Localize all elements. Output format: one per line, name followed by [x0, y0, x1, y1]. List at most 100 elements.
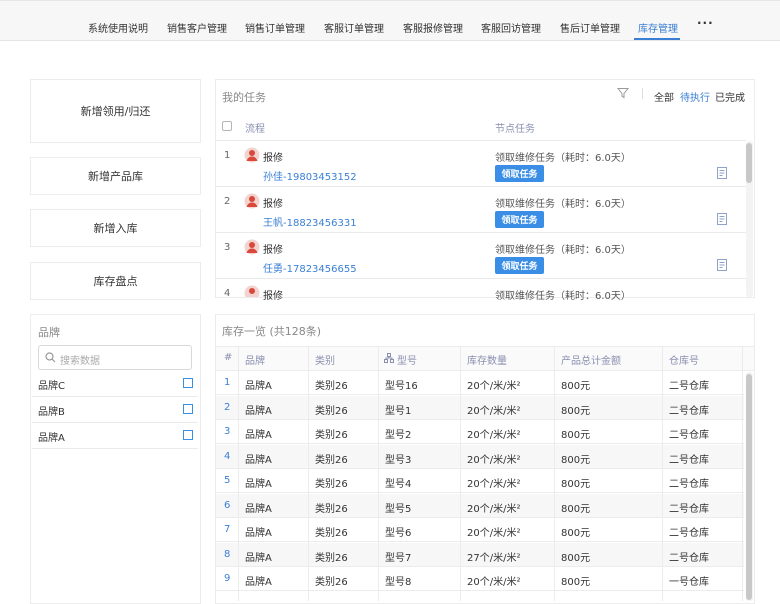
tab-system-guide[interactable]: 系统使用说明: [88, 20, 148, 35]
search-icon: [45, 352, 56, 363]
cell-brand: 品牌A: [245, 479, 272, 490]
filter-all[interactable]: 全部: [654, 89, 674, 104]
task-person-link[interactable]: 任勇-17823456655: [263, 260, 357, 275]
cell-index: 8: [224, 548, 231, 560]
col-index: #: [224, 352, 233, 363]
cell-category: 类别26: [315, 479, 348, 490]
claim-task-button[interactable]: 领取任务: [495, 257, 544, 274]
cell-model: 型号2: [385, 430, 412, 441]
cell-total-amount: 800元: [561, 430, 591, 441]
cell-quantity: 20个/米/米²: [467, 454, 521, 466]
task-person-link[interactable]: 孙佳-19803453152: [263, 168, 357, 183]
task-row-divider: [216, 232, 746, 233]
task-header-divider: [216, 140, 746, 141]
new-borrow-return-label: 新增领用/归还: [80, 105, 151, 118]
cell-total-amount: 800元: [561, 381, 591, 392]
tasks-scrollbar-thumb[interactable]: [746, 143, 752, 183]
task-person-link[interactable]: 王帆-18823456331: [263, 214, 357, 229]
inventory-check-label: 库存盘点: [93, 275, 138, 288]
brand-filter-title: 品牌: [38, 326, 60, 339]
cell-quantity: 20个/米/米²: [467, 577, 521, 588]
filter-icon[interactable]: [617, 87, 629, 99]
cell-index: 3: [224, 426, 231, 437]
task-description: 领取维修任务（耗时：6.0天）: [495, 199, 631, 210]
cell-quantity: 20个/米/米²: [467, 430, 521, 441]
document-icon[interactable]: [717, 259, 728, 271]
hierarchy-icon: [384, 353, 394, 363]
cell-total-amount: 800元: [561, 552, 591, 564]
cell-warehouse: 二号仓库: [669, 503, 709, 515]
repair-icon: [244, 193, 260, 209]
col-model[interactable]: 型号: [397, 352, 417, 367]
task-index: 4: [224, 288, 231, 299]
col-total-amount[interactable]: 产品总计金额: [561, 352, 621, 367]
claim-task-button[interactable]: 领取任务: [495, 211, 544, 228]
cell-quantity: 20个/米/米²: [467, 381, 521, 392]
active-tab-indicator: [634, 38, 680, 40]
column-divider: [238, 346, 239, 601]
new-product-library-label: 新增产品库: [88, 170, 143, 183]
task-index: 2: [224, 196, 231, 207]
col-flow: 流程: [245, 124, 265, 135]
inventory-check-button[interactable]: 库存盘点: [30, 262, 201, 300]
repair-icon: [244, 285, 260, 297]
cell-index: 1: [224, 377, 231, 388]
column-divider: [554, 346, 555, 601]
task-index: 3: [224, 242, 231, 253]
cell-total-amount: 800元: [561, 503, 591, 515]
document-icon[interactable]: [717, 167, 728, 179]
cell-category: 类别26: [315, 454, 348, 466]
more-menu-button[interactable]: ···: [697, 16, 714, 30]
column-divider: [460, 346, 461, 601]
tab-sales-customers[interactable]: 销售客户管理: [167, 20, 227, 35]
cell-index: 5: [224, 475, 231, 486]
repair-icon: [244, 239, 260, 255]
claim-task-button[interactable]: 领取任务: [495, 165, 544, 182]
col-quantity[interactable]: 库存数量: [467, 352, 507, 367]
task-type: 报修: [263, 199, 283, 210]
tab-sales-orders[interactable]: 销售订单管理: [245, 20, 305, 35]
task-description: 领取维修任务（耗时：6.0天）: [495, 291, 631, 302]
col-warehouse[interactable]: 仓库号: [669, 352, 699, 367]
filter-pending[interactable]: 待执行: [680, 89, 710, 104]
filter-done[interactable]: 已完成: [715, 89, 745, 104]
cell-brand: 品牌A: [245, 430, 272, 441]
cell-total-amount: 800元: [561, 454, 591, 466]
col-brand[interactable]: 品牌: [245, 352, 265, 367]
new-stock-in-label: 新增入库: [93, 222, 138, 235]
brand-search-input[interactable]: 搜索数据: [38, 345, 192, 370]
cell-category: 类别26: [315, 577, 348, 588]
brand-item-checkbox[interactable]: [183, 378, 193, 388]
cell-model: 型号6: [385, 528, 412, 539]
task-type: 报修: [263, 153, 283, 164]
brand-item-label: 品牌A: [38, 433, 65, 444]
brand-divider: [32, 422, 198, 423]
new-stock-in-button[interactable]: 新增入库: [30, 209, 201, 247]
brand-item-checkbox[interactable]: [183, 404, 193, 414]
task-index: 1: [224, 150, 231, 161]
inventory-scrollbar-thumb[interactable]: [746, 374, 752, 600]
inventory-title: 库存一览 (共128条): [222, 325, 322, 338]
cell-warehouse: 二号仓库: [669, 479, 709, 490]
tab-service-orders[interactable]: 客服订单管理: [324, 20, 384, 35]
cell-warehouse: 二号仓库: [669, 528, 709, 539]
new-borrow-return-button[interactable]: 新增领用/归还: [30, 79, 201, 143]
brand-item-label: 品牌B: [38, 407, 65, 418]
cell-brand: 品牌A: [245, 577, 272, 588]
cell-brand: 品牌A: [245, 552, 272, 564]
cell-category: 类别26: [315, 552, 348, 564]
filter-divider: [642, 88, 643, 99]
tab-inventory[interactable]: 库存管理: [638, 20, 678, 35]
brand-item-checkbox[interactable]: [183, 430, 193, 440]
tab-service-visits[interactable]: 客服回访管理: [481, 20, 541, 35]
document-icon[interactable]: [717, 213, 728, 225]
cell-brand: 品牌A: [245, 528, 272, 539]
new-product-library-button[interactable]: 新增产品库: [30, 157, 201, 195]
column-divider: [742, 346, 743, 601]
select-all-checkbox[interactable]: [222, 121, 232, 131]
brand-divider: [32, 396, 198, 397]
col-category[interactable]: 类别: [315, 352, 335, 367]
tab-aftersales-orders[interactable]: 售后订单管理: [560, 20, 620, 35]
cell-warehouse: 二号仓库: [669, 430, 709, 441]
tab-service-repairs[interactable]: 客服报修管理: [403, 20, 463, 35]
